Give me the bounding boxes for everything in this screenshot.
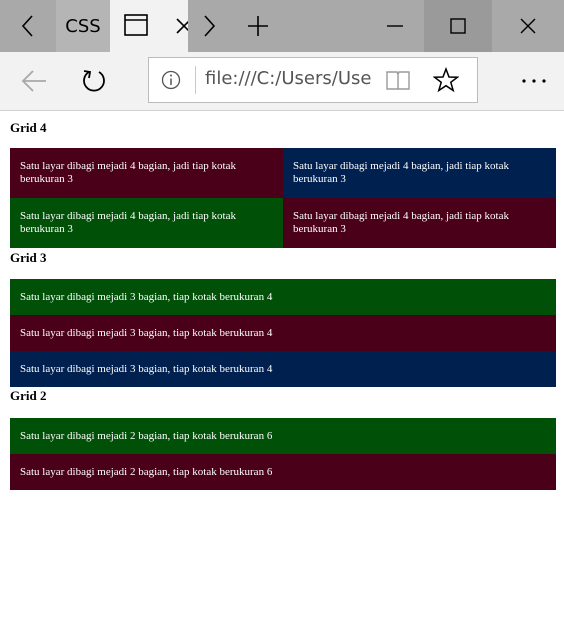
- minimize-icon: [387, 25, 403, 27]
- back-arrow-icon: [21, 70, 46, 92]
- close-window-button[interactable]: [492, 0, 564, 52]
- tab-active[interactable]: [110, 0, 188, 52]
- grid3-box-1: Satu layar dibagi mejadi 3 bagian, tiap …: [10, 279, 556, 315]
- back-button[interactable]: [16, 64, 52, 98]
- left-edge-strip: [0, 111, 3, 629]
- grid2-box-2: Satu layar dibagi mejadi 2 bagian, tiap …: [10, 454, 556, 490]
- chevron-right-icon: [204, 15, 216, 37]
- title-bar: CSS: [0, 0, 564, 52]
- address-bar[interactable]: file:///C:/Users/User: [148, 57, 478, 103]
- grid3-box-2: Satu layar dibagi mejadi 3 bagian, tiap …: [10, 315, 556, 351]
- new-tab-button[interactable]: [236, 0, 280, 52]
- address-separator: [195, 66, 196, 94]
- grid2-box-1: Satu layar dibagi mejadi 2 bagian, tiap …: [10, 418, 556, 454]
- address-input[interactable]: file:///C:/Users/User: [205, 68, 371, 92]
- refresh-icon: [83, 70, 105, 92]
- close-icon: [520, 18, 536, 34]
- tab-scroll-right-button[interactable]: [188, 0, 230, 52]
- grid4-heading: Grid 4: [10, 120, 47, 135]
- grid3-heading: Grid 3: [10, 250, 47, 265]
- close-icon: [176, 18, 188, 34]
- grid4-box-3: Satu layar dibagi mejadi 4 bagian, jadi …: [10, 198, 283, 248]
- maximize-icon: [450, 18, 466, 34]
- minimize-button[interactable]: [366, 0, 424, 52]
- more-icon: [522, 79, 546, 83]
- tab-window-icon: [124, 14, 148, 36]
- navigation-bar: file:///C:/Users/User: [0, 52, 564, 111]
- grid2-heading: Grid 2: [10, 388, 47, 403]
- star-icon[interactable]: [433, 67, 459, 93]
- chevron-left-icon: [21, 15, 33, 37]
- tab-close-partial[interactable]: [176, 14, 188, 38]
- tab-css[interactable]: CSS: [56, 0, 110, 52]
- tab-scroll-left-button[interactable]: [0, 0, 56, 52]
- refresh-button[interactable]: [76, 64, 112, 98]
- plus-icon: [248, 16, 268, 36]
- info-icon[interactable]: [161, 70, 181, 90]
- grid4-box-1: Satu layar dibagi mejadi 4 bagian, jadi …: [10, 148, 283, 198]
- reading-view-icon[interactable]: [385, 68, 411, 92]
- page-content: Grid 4 Satu layar dibagi mejadi 4 bagian…: [0, 111, 564, 629]
- grid4-box-2: Satu layar dibagi mejadi 4 bagian, jadi …: [283, 148, 556, 198]
- grid3-box-3: Satu layar dibagi mejadi 3 bagian, tiap …: [10, 351, 556, 387]
- tab-css-label: CSS: [65, 15, 101, 37]
- maximize-button[interactable]: [424, 0, 492, 52]
- more-button[interactable]: [516, 64, 552, 98]
- grid4-box-4: Satu layar dibagi mejadi 4 bagian, jadi …: [283, 198, 556, 248]
